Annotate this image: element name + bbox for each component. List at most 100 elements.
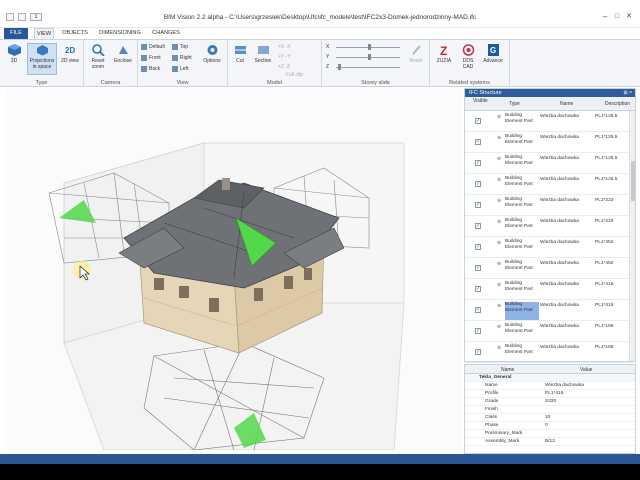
- clip-y[interactable]: +Y -Y: [278, 53, 291, 61]
- prop-col-name[interactable]: Name: [501, 367, 514, 373]
- view-back-label: Back: [149, 66, 161, 72]
- property-group-row[interactable]: Tekla_General: [465, 374, 635, 382]
- table-row[interactable]: ✓ ⊕ Building Element Part Wiezba dachowka PL…: [465, 321, 635, 342]
- slider-x-thumb[interactable]: [368, 44, 371, 50]
- view-back[interactable]: Back: [141, 65, 160, 73]
- expand-icon[interactable]: ⊕: [497, 135, 501, 141]
- prop-col-value[interactable]: Value: [580, 367, 592, 373]
- cut-label: Cut: [236, 58, 244, 64]
- close-button[interactable]: ✕: [624, 12, 634, 21]
- options-button[interactable]: Options: [200, 44, 224, 64]
- table-row[interactable]: ✓ ⊕ Building Element Part Wiezba dachowka PL…: [465, 237, 635, 258]
- row-name: Wiezba dachowka: [540, 219, 579, 224]
- cut-button[interactable]: Cut: [231, 44, 249, 64]
- property-row[interactable]: Profile PL1*416: [465, 390, 635, 398]
- table-row[interactable]: ✓ ⊕ Building Element Part Wiezba dachowka PL…: [465, 111, 635, 132]
- 3d-viewport[interactable]: [4, 88, 462, 450]
- tab-dimensioning[interactable]: DIMENSIONING: [96, 28, 144, 39]
- property-row[interactable]: Grade S320: [465, 398, 635, 406]
- visible-checkbox[interactable]: ✓: [475, 286, 481, 292]
- visible-checkbox[interactable]: ✓: [475, 181, 481, 187]
- slider-z-track[interactable]: [336, 67, 400, 68]
- property-row[interactable]: Class 10: [465, 414, 635, 422]
- visible-checkbox[interactable]: ✓: [475, 328, 481, 334]
- slider-y-thumb[interactable]: [368, 54, 371, 60]
- visible-checkbox[interactable]: ✓: [475, 244, 481, 250]
- col-description[interactable]: Description: [605, 101, 630, 107]
- property-name: Preliminary_Mark: [485, 431, 523, 436]
- view-top[interactable]: Top: [172, 43, 188, 51]
- expand-icon[interactable]: ⊕: [497, 114, 501, 120]
- table-row[interactable]: ✓ ⊕ Building Element Part Wiezba dachowka PL…: [465, 174, 635, 195]
- advance-button[interactable]: G Advance: [480, 44, 506, 64]
- projection-button[interactable]: Projections in space: [27, 43, 57, 75]
- property-row[interactable]: Preliminary_Mark: [465, 430, 635, 438]
- clip-x[interactable]: +X -X: [278, 43, 291, 51]
- storey-reset-button[interactable]: Reset: [406, 44, 426, 64]
- property-row[interactable]: Finish: [465, 406, 635, 414]
- expand-icon[interactable]: ⊕: [497, 261, 501, 267]
- row-name: Wiezba dachowka: [540, 114, 579, 119]
- table-row[interactable]: ✓ ⊕ Building Element Part Wiezba dachowka PL…: [465, 132, 635, 153]
- expand-icon[interactable]: ⊕: [497, 198, 501, 204]
- col-visible[interactable]: Visible: [473, 99, 488, 104]
- clip-z[interactable]: +Z -Z: [278, 63, 290, 71]
- property-row[interactable]: Phase 0: [465, 422, 635, 430]
- visible-checkbox[interactable]: ✓: [475, 265, 481, 271]
- ifc-table-header: Visible Type Name Description: [465, 97, 635, 111]
- view-left-icon: [172, 65, 178, 72]
- tab-changes[interactable]: CHANGES: [150, 28, 182, 39]
- visible-checkbox[interactable]: ✓: [475, 349, 481, 355]
- visible-checkbox[interactable]: ✓: [475, 160, 481, 166]
- table-row[interactable]: ✓ ⊕ Building Element Part Wiezba dachowka PL…: [465, 258, 635, 279]
- property-row[interactable]: Assembly_Mark B/12: [465, 438, 635, 446]
- visible-checkbox[interactable]: ✓: [475, 223, 481, 229]
- table-row[interactable]: ✓ ⊕ Building Element Part Wiezba dachowka PL…: [465, 153, 635, 174]
- row-name: Wiezba dachowka: [540, 282, 579, 287]
- tab-objects[interactable]: OBJECTS: [60, 28, 90, 39]
- advance-icon: G: [487, 44, 499, 56]
- view-front[interactable]: Front: [141, 54, 161, 62]
- view-left[interactable]: Left: [172, 65, 188, 73]
- expand-icon[interactable]: ⊕: [497, 177, 501, 183]
- reset-zoom-button[interactable]: Reset zoom: [88, 44, 108, 70]
- visible-checkbox[interactable]: ✓: [475, 118, 481, 124]
- tab-file[interactable]: FILE: [4, 28, 28, 39]
- 2d-button[interactable]: 2D 2D view: [60, 44, 80, 64]
- visible-checkbox[interactable]: ✓: [475, 139, 481, 145]
- full-clip-button[interactable]: Full clip: [286, 71, 303, 79]
- table-row[interactable]: ✓ ⊕ Building Element Part Wiezba dachowka PL…: [465, 195, 635, 216]
- expand-icon[interactable]: ⊕: [497, 324, 501, 330]
- row-type: Building Element Part: [505, 344, 533, 355]
- 3d-button[interactable]: 3D: [4, 44, 24, 64]
- col-name[interactable]: Name: [560, 101, 573, 107]
- panel-pin-icon[interactable]: ⊞ ×: [624, 89, 633, 97]
- enclose-button[interactable]: Enclose: [112, 44, 134, 64]
- col-type[interactable]: Type: [509, 101, 520, 107]
- expand-icon[interactable]: ⊕: [497, 345, 501, 351]
- dds-cad-label: DDS CAD: [462, 58, 474, 70]
- table-row[interactable]: ✓ ⊕ Building Element Part Wiezba dachowka PL…: [465, 300, 635, 321]
- view-default[interactable]: Default: [141, 43, 165, 51]
- slider-z-thumb[interactable]: [338, 64, 341, 70]
- expand-icon[interactable]: ⊕: [497, 282, 501, 288]
- visible-checkbox[interactable]: ✓: [475, 202, 481, 208]
- zuzia-button[interactable]: Z ZUZIA: [432, 44, 456, 64]
- minimize-button[interactable]: –: [600, 12, 610, 21]
- expand-icon[interactable]: ⊕: [497, 219, 501, 225]
- expand-icon[interactable]: ⊕: [497, 240, 501, 246]
- dds-cad-button[interactable]: DDS CAD: [457, 44, 479, 70]
- ifc-scrollbar[interactable]: [629, 111, 635, 361]
- view-right[interactable]: Right: [172, 54, 192, 62]
- ifc-scrollbar-thumb[interactable]: [631, 161, 635, 201]
- table-row[interactable]: ✓ ⊕ Building Element Part Wiezba dachowka PL…: [465, 216, 635, 237]
- expand-icon[interactable]: ⊕: [497, 303, 501, 309]
- tab-view[interactable]: VIEW: [34, 28, 54, 39]
- maximize-button[interactable]: □: [612, 12, 622, 21]
- table-row[interactable]: ✓ ⊕ Building Element Part Wiezba dachowka PL…: [465, 342, 635, 363]
- property-row[interactable]: Name Wiezba dachowka: [465, 382, 635, 390]
- visible-checkbox[interactable]: ✓: [475, 307, 481, 313]
- section-button[interactable]: Section: [251, 44, 275, 64]
- table-row[interactable]: ✓ ⊕ Building Element Part Wiezba dachowka PL…: [465, 279, 635, 300]
- expand-icon[interactable]: ⊕: [497, 156, 501, 162]
